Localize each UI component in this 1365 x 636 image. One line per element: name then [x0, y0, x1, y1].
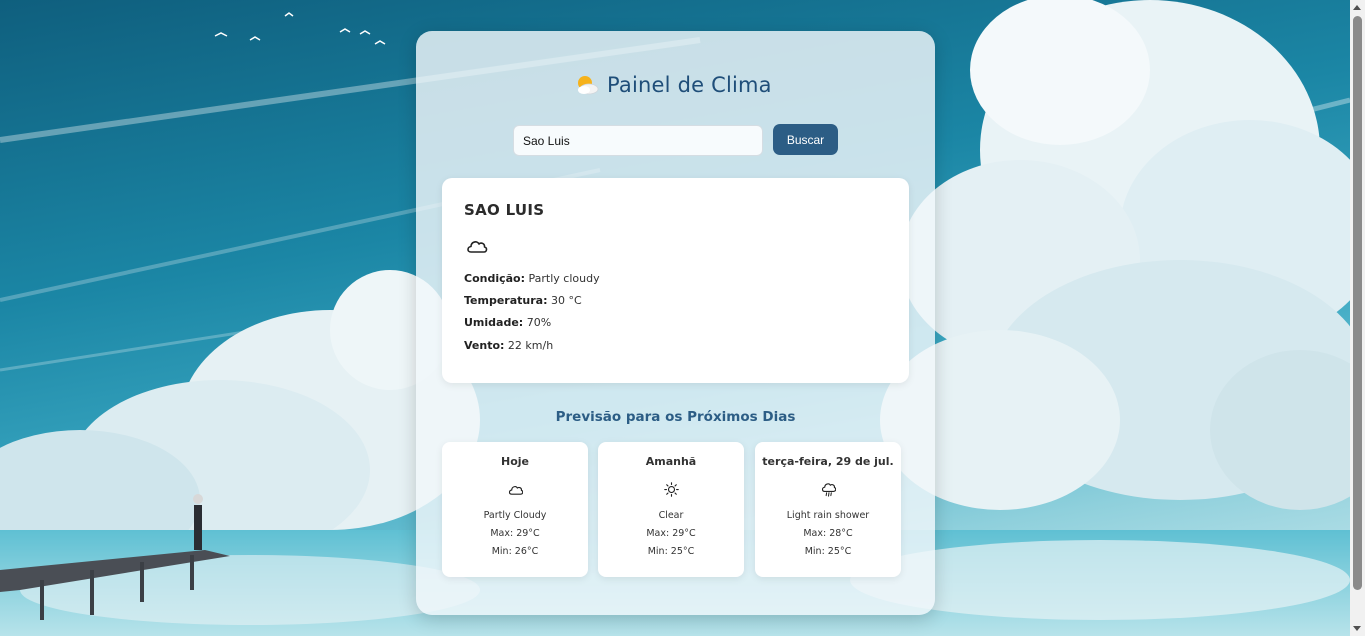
forecast-max: Max: 29°C: [646, 528, 696, 539]
forecast-max: Max: 28°C: [803, 528, 853, 539]
forecast-condition: Light rain shower: [786, 510, 870, 521]
humidity-value: 70%: [526, 316, 552, 329]
humidity-label: Umidade:: [464, 316, 524, 329]
scroll-down-arrow-icon[interactable]: [1353, 626, 1361, 631]
scrollbar-thumb[interactable]: [1353, 16, 1362, 590]
forecast-day-name: terça-feira, 29 de jul.: [762, 455, 894, 468]
search-button[interactable]: Buscar: [773, 124, 838, 155]
vertical-scrollbar[interactable]: [1350, 0, 1365, 636]
forecast-card-tomorrow: Amanhã Clear Max: 29°C Min: 25°C: [598, 442, 744, 577]
forecast-condition: Clear: [658, 510, 684, 521]
wind-value: 22 km/h: [507, 339, 554, 352]
forecast-min: Min: 25°C: [647, 546, 695, 557]
wind-line: Vento: 22 km/h: [464, 339, 553, 352]
humidity-line: Umidade: 70%: [464, 316, 551, 329]
cloud-icon: [508, 486, 523, 495]
page-title-text: Painel de Clima: [607, 73, 772, 97]
sun-behind-cloud-icon: [578, 76, 599, 95]
city-search-input[interactable]: [513, 125, 763, 156]
forecast-min: Min: 26°C: [491, 546, 539, 557]
page-title: Painel de Clima: [575, 73, 772, 97]
scroll-up-arrow-icon[interactable]: [1353, 5, 1361, 10]
temperature-line: Temperatura: 30 °C: [464, 294, 582, 307]
forecast-card-day-3: terça-feira, 29 de jul. Light rain showe…: [755, 442, 901, 577]
forecast-day-name: Amanhã: [645, 455, 697, 468]
forecast-title: Previsão para os Próximos Dias: [555, 409, 796, 425]
temperature-value: 30 °C: [550, 294, 582, 307]
city-name: SAO LUIS: [464, 201, 545, 219]
sun-icon: [664, 482, 679, 497]
condition-line: Condição: Partly cloudy: [464, 272, 600, 285]
cloud-rain-icon: [821, 483, 836, 497]
forecast-min: Min: 25°C: [804, 546, 852, 557]
temperature-label: Temperatura:: [464, 294, 548, 307]
forecast-condition: Partly Cloudy: [483, 510, 547, 521]
wind-label: Vento:: [464, 339, 505, 352]
cloud-icon: [467, 241, 488, 253]
condition-label: Condição:: [464, 272, 526, 285]
forecast-card-today: Hoje Partly Cloudy Max: 29°C Min: 26°C: [442, 442, 588, 577]
forecast-day-name: Hoje: [501, 455, 529, 468]
forecast-max: Max: 29°C: [490, 528, 540, 539]
condition-value: Partly cloudy: [528, 272, 600, 285]
